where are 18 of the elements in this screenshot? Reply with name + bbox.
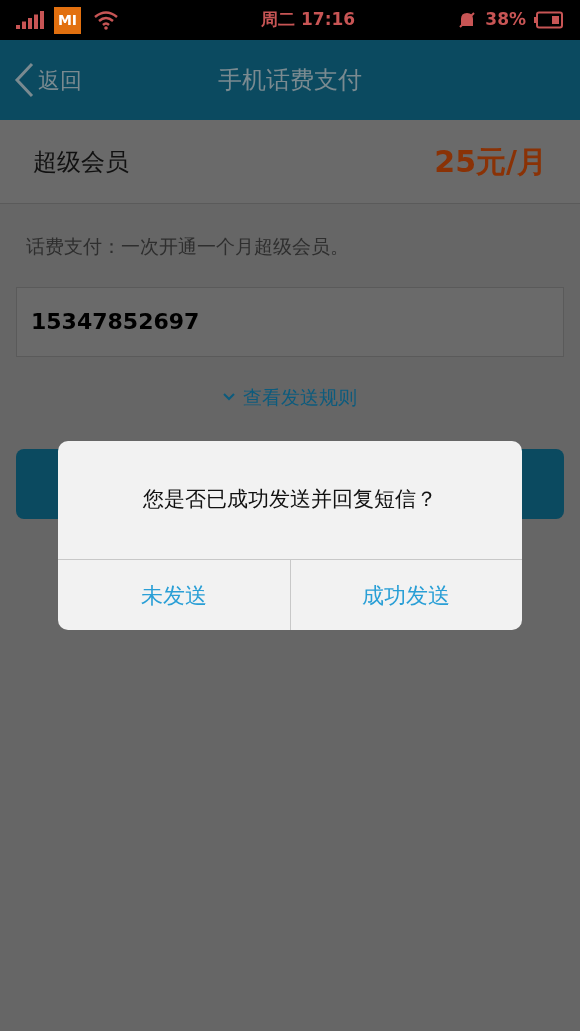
chevron-left-icon xyxy=(14,62,34,98)
carrier-logo: MI xyxy=(54,6,81,34)
dialog-message: 您是否已成功发送并回复短信？ xyxy=(143,486,437,514)
dialog-button[interactable]: 成功发送 xyxy=(289,560,522,630)
signal-icon xyxy=(16,11,46,29)
battery-icon xyxy=(534,11,564,29)
description-text: 话费支付：一次开通一个月超级会员。 xyxy=(26,235,349,257)
plan-name: 超级会员 xyxy=(33,146,129,178)
back-button[interactable]: 返回 xyxy=(14,62,82,98)
phone-field[interactable]: 15347852697 xyxy=(16,286,564,357)
muted-bell-icon xyxy=(457,10,478,30)
chevron-down-icon xyxy=(223,392,235,401)
page-title: 手机话费支付 xyxy=(218,65,362,96)
status-time: 周二 17:16 xyxy=(261,8,356,32)
plan-price: 25元/月 xyxy=(434,143,547,181)
dialog-button[interactable]: 未发送 xyxy=(58,560,290,630)
battery-percent: 38% xyxy=(485,8,526,32)
wifi-icon xyxy=(93,10,119,30)
